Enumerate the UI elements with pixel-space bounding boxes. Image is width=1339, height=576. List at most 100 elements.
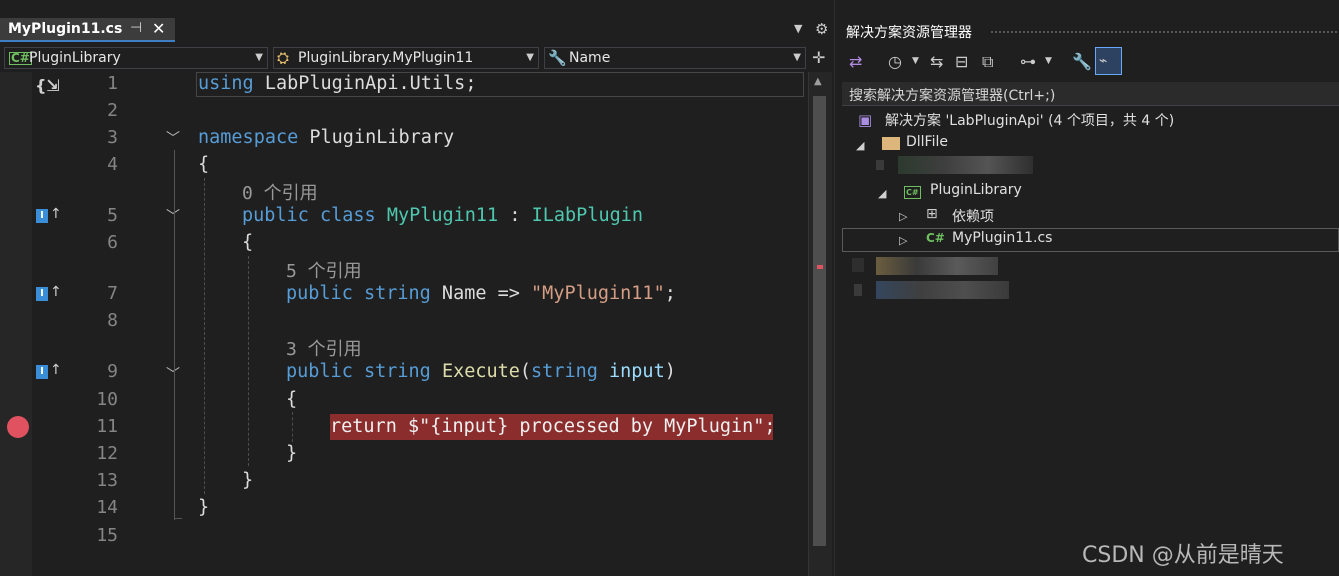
solution-explorer-title: 解决方案资源管理器 <box>846 25 972 41</box>
code-line-6[interactable]: { <box>242 232 253 253</box>
switch-views-icon[interactable]: ⇄ <box>849 52 862 71</box>
watermark: CSDN @从前是晴天 <box>1082 543 1284 568</box>
line-number: 15 <box>96 525 118 546</box>
tree-item-label: MyPlugin11.cs <box>952 230 1053 246</box>
collapse-chevron-icon[interactable]: ﹀ <box>166 206 180 226</box>
line-number: 14 <box>96 497 118 518</box>
csharp-project-icon: C# <box>904 186 921 199</box>
line-number: 6 <box>107 232 118 253</box>
code-line-3[interactable]: namespace PluginLibrary <box>198 127 454 148</box>
codelens-references[interactable]: 0 个引用 <box>242 179 318 205</box>
line-number: 1 <box>107 73 118 94</box>
code-line-11[interactable]: return $"{input} processed by MyPlugin"; <box>330 416 776 437</box>
chevron-down-icon[interactable]: ▼ <box>1045 56 1052 66</box>
code-line-12[interactable]: } <box>286 443 297 464</box>
collapse-all-icon[interactable]: ⊟ <box>955 52 968 71</box>
code-line-1[interactable]: using LabPluginApi.Utils; <box>198 73 476 94</box>
chevron-down-icon: ▼ <box>255 52 263 63</box>
pending-changes-icon[interactable]: ◷ <box>888 52 902 71</box>
collapse-chevron-icon[interactable]: ﹀ <box>166 128 180 148</box>
indent-guide <box>204 178 205 494</box>
line-number: 9 <box>107 361 118 382</box>
breakpoint-scroll-marker <box>817 265 823 269</box>
breakpoint-marker[interactable] <box>7 416 29 438</box>
class-selector[interactable]: ⛭ PluginLibrary.MyPlugin11 ▼ <box>273 47 539 69</box>
code-line-9[interactable]: public string Execute(string input) <box>286 361 676 382</box>
quick-actions-icon[interactable]: {⇲ <box>35 76 60 95</box>
redacted-content <box>876 257 998 275</box>
codelens-references[interactable]: 3 个引用 <box>286 335 362 361</box>
tree-item-label: DllFile <box>906 134 948 150</box>
expand-arrow-icon[interactable]: ◢ <box>878 187 886 200</box>
scroll-up-icon[interactable]: ▲ <box>814 76 822 87</box>
indent-guide <box>248 256 249 466</box>
tree-item-label: PluginLibrary <box>930 182 1022 198</box>
chevron-down-icon[interactable]: ▼ <box>912 56 919 66</box>
outline-guide <box>174 518 182 520</box>
wrench-icon[interactable]: 🔧 <box>1072 52 1092 71</box>
hierarchy-icon[interactable]: ⊶ <box>1020 52 1036 71</box>
code-line-13[interactable]: } <box>242 470 253 491</box>
show-all-files-icon[interactable]: ⧉ <box>982 52 993 72</box>
csharp-file-icon: C# <box>926 231 945 245</box>
line-number: 11 <box>96 416 118 437</box>
tree-item-label: 解决方案 'LabPluginApi' (4 个项目，共 4 个) <box>885 113 1175 129</box>
redacted-content <box>876 281 1009 299</box>
expand-arrow-icon[interactable]: ◢ <box>856 139 864 152</box>
selected-row-outline <box>842 228 1339 252</box>
drag-grip[interactable] <box>990 30 1339 35</box>
split-window-icon[interactable]: ✛ <box>812 48 825 67</box>
preview-selected-icon[interactable]: ⌁ <box>1099 53 1107 69</box>
member-selector-label: Name <box>569 50 611 66</box>
line-number: 3 <box>107 127 118 148</box>
close-icon[interactable]: ✕ <box>152 19 165 38</box>
redacted-content <box>852 258 864 272</box>
glyph-margin[interactable] <box>0 72 32 576</box>
gear-icon[interactable]: ⚙ <box>815 20 828 38</box>
redacted-content <box>876 160 884 170</box>
scrollbar-thumb[interactable] <box>813 96 826 546</box>
implementation-icon[interactable]: I ↑ <box>36 206 62 224</box>
line-number: 12 <box>96 443 118 464</box>
code-line-10[interactable]: { <box>286 389 297 410</box>
outline-guide <box>174 150 175 490</box>
line-number: 4 <box>107 154 118 175</box>
code-line-14[interactable]: } <box>198 497 209 518</box>
outline-guide <box>174 490 175 520</box>
collapsed-arrow-icon[interactable]: ▷ <box>899 234 907 247</box>
chevron-down-icon: ▼ <box>526 52 534 63</box>
folder-icon <box>882 137 900 150</box>
implementation-icon[interactable]: I ↑ <box>36 284 62 302</box>
class-selector-label: PluginLibrary.MyPlugin11 <box>298 50 474 66</box>
codelens-references[interactable]: 5 个引用 <box>286 257 362 283</box>
project-selector[interactable]: C# PluginLibrary ▼ <box>4 47 268 69</box>
implementation-icon[interactable]: I ↑ <box>36 362 62 380</box>
panel-splitter[interactable] <box>834 0 842 576</box>
line-number: 10 <box>96 389 118 410</box>
code-line-5[interactable]: public class MyPlugin11 : ILabPlugin <box>242 205 643 226</box>
class-icon: ⛭ <box>277 49 290 67</box>
tree-item-label: 依赖项 <box>952 209 994 225</box>
code-line-7[interactable]: public string Name => "MyPlugin11"; <box>286 283 676 304</box>
line-number: 2 <box>107 100 118 121</box>
search-input[interactable]: 搜索解决方案资源管理器(Ctrl+;) <box>849 85 1055 105</box>
line-number: 8 <box>107 310 118 331</box>
collapse-chevron-icon[interactable]: ﹀ <box>166 364 180 384</box>
redacted-content <box>898 156 1033 174</box>
code-line-4[interactable]: { <box>198 154 209 175</box>
redacted-content <box>854 284 862 296</box>
line-number: 13 <box>96 470 118 491</box>
wrench-icon: 🔧 <box>548 49 567 67</box>
tab-myplugin11[interactable]: MyPlugin11.cs ⊣ ✕ <box>0 18 175 42</box>
tab-title: MyPlugin11.cs <box>8 21 123 37</box>
chevron-down-icon: ▼ <box>793 52 801 63</box>
collapsed-arrow-icon[interactable]: ▷ <box>899 210 907 223</box>
line-number: 7 <box>107 283 118 304</box>
indent-guide <box>292 412 293 442</box>
line-number: 5 <box>107 205 118 226</box>
tab-list-dropdown-icon[interactable]: ▼ <box>794 22 802 35</box>
pin-icon[interactable]: ⊣ <box>130 20 142 36</box>
project-selector-label: PluginLibrary <box>29 50 121 66</box>
member-selector[interactable]: 🔧 Name ▼ <box>544 47 806 69</box>
sync-icon[interactable]: ⇆ <box>930 52 943 71</box>
